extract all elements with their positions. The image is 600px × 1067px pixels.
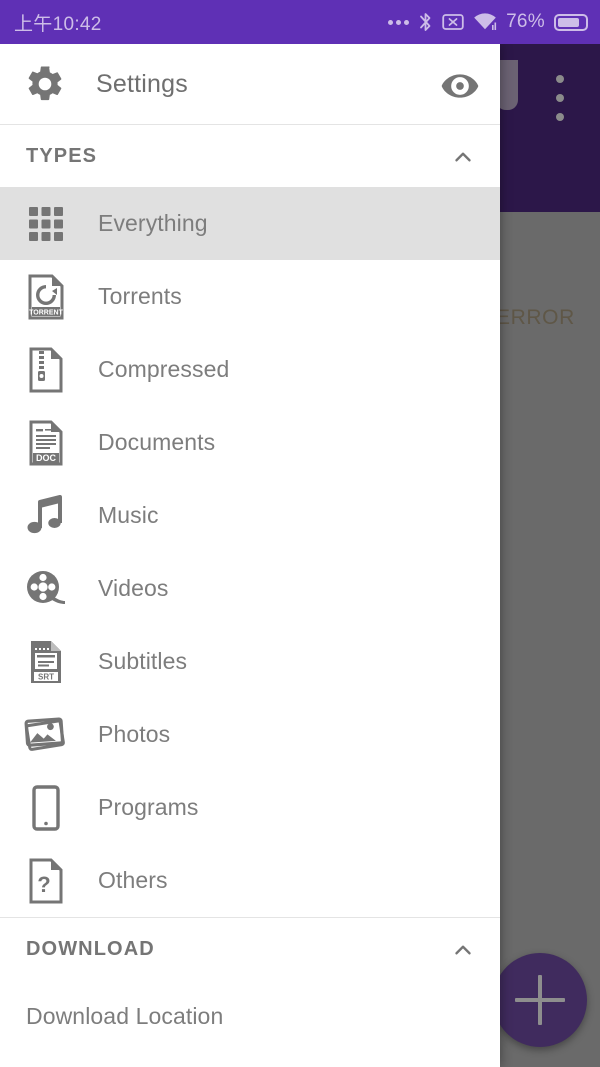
nav-item-label: Subtitles <box>98 648 188 674</box>
navigation-drawer: Settings TYPES Everything TORRENT Torren… <box>0 44 500 1067</box>
torrent-file-icon: TORRENT <box>18 274 74 320</box>
nav-item-torrents[interactable]: TORRENT Torrents <box>0 260 500 333</box>
nav-item-download-location[interactable]: Download Location <box>0 980 500 1053</box>
bluetooth-icon <box>420 13 431 31</box>
svg-text:TORRENT: TORRENT <box>29 309 63 316</box>
nav-item-label: Download Location <box>26 1003 224 1029</box>
wifi-icon <box>474 13 497 30</box>
phone-icon <box>18 784 74 831</box>
overflow-menu-icon[interactable] <box>556 75 564 125</box>
section-title: DOWNLOAD <box>26 937 155 960</box>
nav-item-label: Torrents <box>98 283 182 309</box>
eye-icon[interactable] <box>440 66 480 106</box>
unknown-file-icon: ? <box>18 858 74 904</box>
film-reel-icon <box>18 567 74 611</box>
status-icons: 76% <box>388 11 588 33</box>
status-time: 上午10:42 <box>14 13 102 35</box>
music-note-icon <box>18 494 74 538</box>
nav-item-compressed[interactable]: Compressed <box>0 333 500 406</box>
chevron-up-icon[interactable] <box>450 144 476 170</box>
nav-item-label: Photos <box>98 721 171 747</box>
status-bar: 上午10:42 76% <box>0 0 600 44</box>
page-title: Settings <box>96 69 188 98</box>
tab-error[interactable]: ERROR <box>496 306 575 330</box>
nav-item-subtitles[interactable]: SRT Subtitles <box>0 625 500 698</box>
grid-icon <box>18 205 74 243</box>
srt-file-icon: SRT <box>18 639 74 685</box>
nav-item-photos[interactable]: Photos <box>0 698 500 771</box>
svg-text:?: ? <box>37 872 50 897</box>
gear-icon[interactable] <box>24 63 66 105</box>
nav-item-programs[interactable]: Programs <box>0 771 500 844</box>
nav-item-label: Compressed <box>98 356 230 382</box>
more-dots-icon <box>388 19 410 25</box>
nav-item-label: Documents <box>98 429 216 455</box>
section-header-download[interactable]: DOWNLOAD <box>0 918 500 980</box>
svg-text:DOC: DOC <box>36 453 57 463</box>
drawer-header: Settings <box>0 44 500 125</box>
nav-item-music[interactable]: Music <box>0 479 500 552</box>
battery-icon <box>554 13 588 31</box>
plus-icon-vertical <box>538 975 542 1025</box>
zip-file-icon <box>18 347 74 393</box>
nav-item-documents[interactable]: DOC Documents <box>0 406 500 479</box>
nav-item-label: Programs <box>98 794 199 820</box>
add-fab-button[interactable] <box>493 953 587 1047</box>
section-title: TYPES <box>26 144 98 167</box>
doc-file-icon: DOC <box>18 420 74 466</box>
nav-item-everything[interactable]: Everything <box>0 187 500 260</box>
no-sim-icon <box>442 14 464 30</box>
section-header-types[interactable]: TYPES <box>0 125 500 187</box>
nav-item-label: Videos <box>98 575 169 601</box>
photos-icon <box>18 714 74 756</box>
svg-text:SRT: SRT <box>38 672 54 681</box>
nav-item-label: Music <box>98 502 159 528</box>
nav-item-others[interactable]: ? Others <box>0 844 500 917</box>
nav-item-label: Everything <box>98 210 208 236</box>
nav-item-videos[interactable]: Videos <box>0 552 500 625</box>
chevron-up-icon[interactable] <box>450 937 476 963</box>
battery-percent-label: 76% <box>506 11 545 32</box>
nav-item-label: Others <box>98 867 168 893</box>
